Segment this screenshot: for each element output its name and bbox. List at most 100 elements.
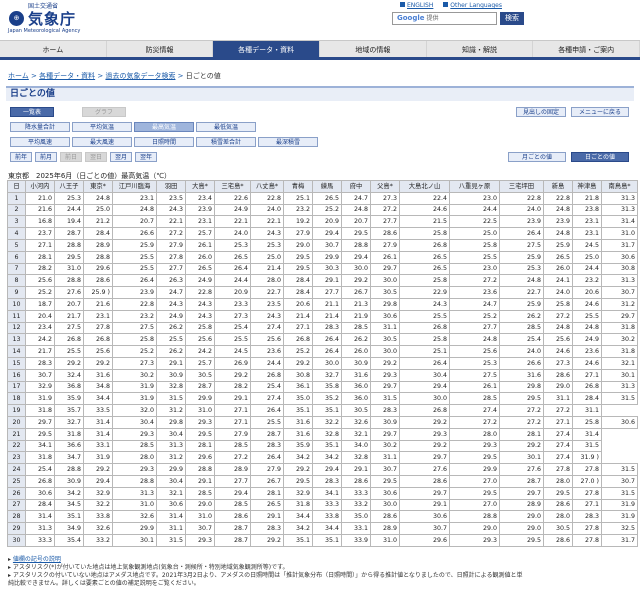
- value-cell: 31.9: [112, 380, 157, 394]
- element-avg-wind-button[interactable]: 平均風速: [10, 137, 70, 147]
- element-max-wind-button[interactable]: 最大風速: [72, 137, 132, 147]
- value-cell: 32.4: [54, 368, 84, 382]
- value-cell: 28.5: [449, 392, 500, 406]
- value-cell: 24.0: [250, 203, 284, 217]
- day-cell: 23: [7, 451, 26, 465]
- value-cell: 32.1: [601, 356, 638, 370]
- value-cell: 22.1: [156, 215, 186, 229]
- value-cell: 30.6: [25, 486, 55, 500]
- next-month-button[interactable]: 翌月: [110, 152, 132, 162]
- table-row: 16 30.7 32.4 31.6 30.2 30.9 30.5 29.2 26.8 30.8 32…: [7, 368, 638, 382]
- daily-values-button[interactable]: 日ごとの値: [571, 152, 629, 162]
- value-cell: 29.5: [185, 427, 215, 441]
- value-cell: 25.8: [185, 321, 215, 335]
- value-cell: 24.3: [250, 227, 284, 240]
- day-cell: 27: [7, 498, 26, 512]
- value-cell: 31.2: [601, 297, 638, 311]
- element-avg-temp-button[interactable]: 平均気温: [72, 122, 132, 132]
- value-cell: 28.3: [25, 356, 55, 370]
- element-precip-button[interactable]: 降水量合計: [10, 122, 70, 132]
- list-button[interactable]: 一覧表: [10, 107, 54, 117]
- nav-disaster[interactable]: 防災情報: [107, 41, 214, 57]
- value-cell: 29.7: [399, 451, 450, 465]
- value-cell: 25.6: [449, 345, 500, 358]
- element-min-temp-button[interactable]: 最低気温: [196, 122, 256, 132]
- value-cell: 27.2: [449, 415, 500, 429]
- value-cell: 21.6: [83, 297, 113, 311]
- value-cell: 26.8: [25, 474, 55, 488]
- english-link[interactable]: ENGLISH: [400, 2, 433, 9]
- element-snow-diff-button[interactable]: 積雪差合計: [196, 137, 256, 147]
- monthly-values-button[interactable]: 月ごとの値: [508, 152, 566, 162]
- day-cell: 5: [7, 238, 26, 252]
- table-row: 19 31.8 35.7 33.5 32.0 31.2 31.0 27.1 26.4 35.1 35…: [7, 404, 638, 417]
- value-cell: 32.1: [341, 427, 371, 441]
- other-languages-link[interactable]: Other Languages: [443, 2, 502, 9]
- value-cell: 29.1: [214, 392, 251, 406]
- value-cell: 29.3: [449, 439, 500, 453]
- prev-year-button[interactable]: 前年: [10, 152, 32, 162]
- nav-knowledge[interactable]: 知識・解説: [427, 41, 534, 57]
- day-cell: 26: [7, 486, 26, 500]
- value-cell: 24.5: [572, 238, 602, 252]
- value-cell: 27.3: [370, 191, 400, 205]
- value-cell: 35.1: [312, 404, 342, 417]
- value-cell: 27.2: [499, 404, 544, 417]
- element-sunshine-button[interactable]: 日照時間: [134, 137, 194, 147]
- value-cell: 28.0: [543, 510, 573, 524]
- next-day-button[interactable]: 翌日: [85, 152, 107, 162]
- next-year-button[interactable]: 翌年: [135, 152, 157, 162]
- breadcrumb-search[interactable]: 過去の気象データ検索: [105, 72, 175, 80]
- table-row: 25 26.8 30.9 29.4 28.8 30.4 29.1 27.7 26.7 29.5 28…: [7, 474, 638, 488]
- column-header: 神津島: [572, 180, 602, 193]
- search-button[interactable]: 検索: [500, 12, 524, 25]
- value-cell: 29.7: [370, 262, 400, 276]
- value-cell: 31.4: [83, 415, 113, 429]
- value-cell: 31.3: [601, 380, 638, 394]
- jma-logo[interactable]: 国土交通省 ⊕ 気象庁 Japan Meteorological Agency: [6, 2, 126, 34]
- search-brand: Google: [397, 14, 425, 22]
- value-cell: 25.9: [543, 238, 573, 252]
- value-cell: 27.1: [25, 238, 55, 252]
- value-cell: 28.6: [399, 474, 450, 488]
- prev-day-button[interactable]: 前日: [60, 152, 82, 162]
- graph-button[interactable]: グラフ: [82, 107, 126, 117]
- element-max-temp-button[interactable]: 最高気温: [134, 122, 194, 132]
- back-to-menu-button[interactable]: メニューに戻る: [571, 107, 629, 117]
- breadcrumb-data[interactable]: 各種データ・資料: [39, 72, 95, 80]
- table-row: 24 25.4 28.8 29.2 29.3 29.9 28.8 28.9 27.9 29.2 29…: [7, 463, 638, 476]
- value-cell: 28.3: [572, 510, 602, 524]
- value-cell: 28.3: [370, 404, 400, 417]
- value-cell: 23.1: [572, 215, 602, 229]
- note-symbols[interactable]: ▸ 値欄の記号の説明: [8, 556, 636, 564]
- nav-data[interactable]: 各種データ・資料: [213, 41, 321, 57]
- value-cell: 23.9: [185, 203, 215, 217]
- value-cell: 28.3: [250, 439, 284, 453]
- column-header: 江戸川臨海: [112, 180, 157, 193]
- value-cell: 25.3: [250, 238, 284, 252]
- value-cell: 20.7: [112, 215, 157, 229]
- breadcrumb: ホーム > 各種データ・資料 > 過去の気象データ検索 > 日ごとの値: [8, 72, 221, 80]
- value-cell: 30.4: [156, 427, 186, 441]
- element-snow-depth-button[interactable]: 最深積雪: [258, 137, 318, 147]
- nav-home[interactable]: ホーム: [0, 41, 107, 57]
- fix-header-button[interactable]: 見出しの固定: [516, 107, 566, 117]
- value-cell: 25.1: [283, 191, 313, 205]
- value-cell: 25.8: [449, 238, 500, 252]
- value-cell: 27.7: [449, 321, 500, 335]
- value-cell: 28.6: [214, 510, 251, 524]
- value-cell: 26.4: [312, 333, 342, 347]
- prev-month-button[interactable]: 前月: [35, 152, 57, 162]
- nav-regional[interactable]: 地域の情報: [320, 41, 427, 57]
- value-cell: 30.0: [399, 392, 450, 406]
- search-input[interactable]: Google 提供: [392, 12, 497, 25]
- nav-applications[interactable]: 各種申請・ご案内: [533, 41, 640, 57]
- value-cell: 27.1: [572, 368, 602, 382]
- value-cell: 26.0: [185, 250, 215, 264]
- breadcrumb-home[interactable]: ホーム: [8, 72, 29, 80]
- day-cell: 18: [7, 392, 26, 406]
- value-cell: 30.7: [601, 286, 638, 299]
- value-cell: 29.5: [499, 533, 544, 547]
- value-cell: 28.9: [214, 463, 251, 476]
- value-cell: 28.5: [214, 439, 251, 453]
